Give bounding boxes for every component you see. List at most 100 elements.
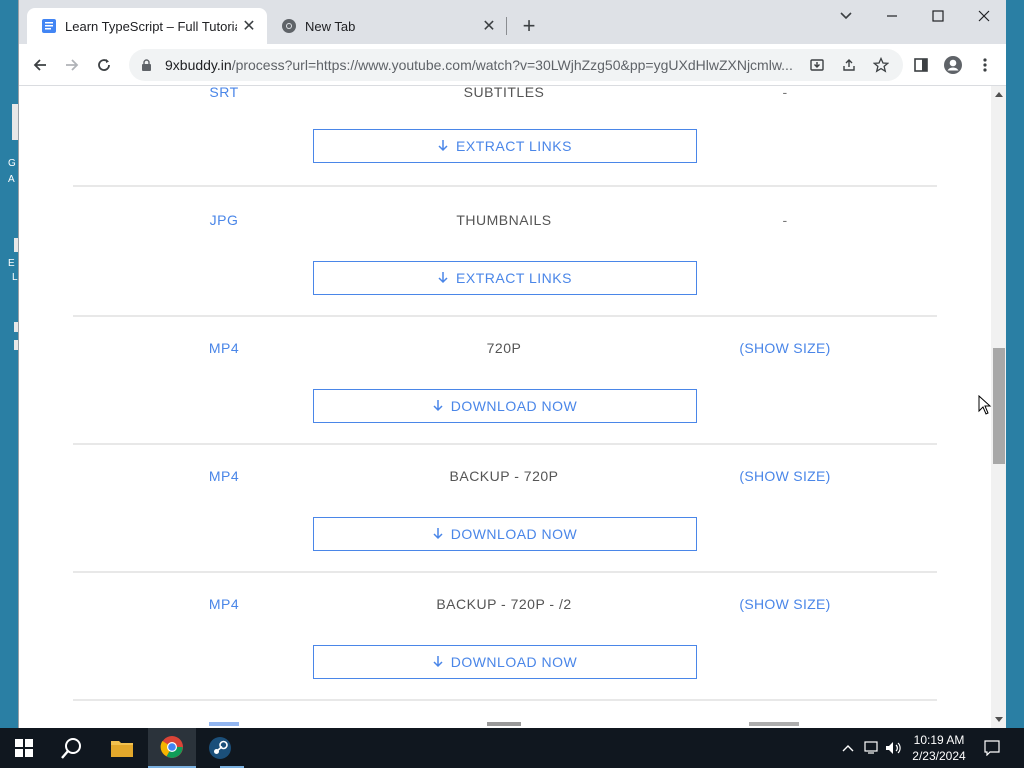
search-button[interactable] — [48, 728, 96, 768]
maximize-icon — [932, 10, 944, 22]
star-icon[interactable] — [871, 55, 891, 75]
kebab-menu-icon — [983, 58, 987, 72]
desktop-icon[interactable] — [0, 320, 18, 354]
row-divider — [73, 699, 937, 701]
file-explorer-button[interactable] — [98, 728, 146, 768]
notification-icon — [984, 740, 1000, 756]
steam-icon — [209, 737, 231, 759]
address-bar[interactable]: 9xbuddy.in/process?url=https://www.youtu… — [129, 49, 903, 81]
show-hidden-icons-button[interactable] — [838, 728, 858, 768]
format-label: JPG — [209, 212, 239, 228]
download-row: MP4 720P (SHOW SIZE) DOWNLOAD NOW — [73, 340, 937, 468]
url-text: 9xbuddy.in/process?url=https://www.youtu… — [165, 57, 805, 73]
system-clock[interactable]: 10:19 AM 2/23/2024 — [904, 732, 974, 764]
button-label: DOWNLOAD NOW — [450, 654, 578, 670]
clock-date: 2/23/2024 — [912, 749, 966, 763]
browser-window: Learn TypeScript – Full Tutorial ✕ New T… — [18, 0, 1007, 728]
button-label: DOWNLOAD NOW — [450, 398, 578, 414]
scrollbar-thumb[interactable] — [993, 348, 1005, 464]
download-now-button[interactable]: DOWNLOAD NOW — [313, 517, 697, 551]
size-label: - — [782, 212, 788, 228]
row-divider — [73, 315, 937, 317]
quality-label: SUBTITLES — [463, 86, 545, 100]
maximize-button[interactable] — [915, 0, 961, 32]
folder-icon — [111, 741, 133, 757]
row-divider — [73, 571, 937, 573]
page-scrollbar[interactable] — [991, 86, 1007, 728]
tab-search-button[interactable] — [823, 0, 869, 32]
clock-time: 10:19 AM — [913, 733, 965, 747]
desktop-icon[interactable] — [0, 104, 18, 144]
scroll-down-arrow-icon[interactable] — [991, 712, 1007, 728]
format-label: MP4 — [208, 468, 240, 484]
close-icon[interactable]: ✕ — [237, 14, 261, 38]
windows-logo-icon — [15, 739, 33, 757]
reload-icon — [98, 59, 110, 71]
download-now-button[interactable]: DOWNLOAD NOW — [313, 645, 697, 679]
tab-learn-typescript[interactable]: Learn TypeScript – Full Tutorial ✕ — [27, 8, 267, 44]
quality-label: 720P — [486, 340, 522, 356]
chrome-taskbar-button[interactable] — [148, 728, 196, 768]
menu-button[interactable] — [970, 50, 1000, 80]
desktop-background-right — [1006, 0, 1024, 728]
tab-separator — [506, 17, 507, 35]
tab-title: Learn TypeScript – Full Tutorial — [65, 18, 237, 34]
document-icon — [41, 18, 57, 34]
format-label: SRT — [209, 86, 239, 100]
size-label: - — [782, 86, 788, 100]
chevron-up-icon — [842, 745, 854, 752]
close-icon[interactable]: ✕ — [477, 14, 501, 38]
side-panel-button[interactable] — [906, 50, 936, 80]
desktop-icon-label: L — [12, 272, 18, 283]
notifications-button[interactable] — [980, 728, 1004, 768]
network-icon[interactable] — [862, 728, 882, 768]
install-icon[interactable] — [807, 55, 827, 75]
download-now-button[interactable]: DOWNLOAD NOW — [313, 389, 697, 423]
close-icon — [978, 10, 990, 22]
download-row: SRT SUBTITLES - EXTRACT LINKS — [73, 86, 937, 212]
steam-taskbar-button[interactable] — [196, 728, 244, 768]
download-arrow-icon — [433, 528, 443, 540]
scroll-up-arrow-icon[interactable] — [991, 86, 1007, 102]
minimize-button[interactable] — [869, 0, 915, 32]
download-row: MP4 BACKUP - 720P (SHOW SIZE) DOWNLOAD N… — [73, 468, 937, 596]
close-window-button[interactable] — [961, 0, 1007, 32]
forward-button[interactable] — [57, 50, 87, 80]
browser-toolbar: 9xbuddy.in/process?url=https://www.youtu… — [19, 44, 1007, 86]
start-button[interactable] — [0, 728, 48, 768]
url-host: 9xbuddy.in — [165, 57, 232, 73]
download-arrow-icon — [438, 140, 448, 152]
extract-links-button[interactable]: EXTRACT LINKS — [313, 261, 697, 295]
url-path: /process?url=https://www.youtube.com/wat… — [231, 57, 793, 73]
profile-button[interactable] — [938, 50, 968, 80]
side-panel-icon — [914, 58, 928, 72]
desktop-icon-label: A — [8, 174, 15, 185]
desktop-icon-label: E — [8, 258, 15, 269]
show-size-link[interactable]: (SHOW SIZE) — [715, 596, 855, 612]
row-divider — [73, 443, 937, 445]
download-arrow-icon — [438, 272, 448, 284]
show-size-link[interactable]: (SHOW SIZE) — [715, 340, 855, 356]
profile-avatar-icon — [944, 56, 962, 74]
download-arrow-icon — [433, 656, 443, 668]
share-icon[interactable] — [839, 55, 859, 75]
back-button[interactable] — [25, 50, 55, 80]
format-label: MP4 — [208, 596, 240, 612]
quality-label: THUMBNAILS — [456, 212, 552, 228]
extract-links-button[interactable]: EXTRACT LINKS — [313, 129, 697, 163]
reload-button[interactable] — [89, 50, 119, 80]
lock-icon[interactable] — [141, 58, 155, 72]
forward-arrow-icon — [66, 59, 79, 71]
quality-label: BACKUP - 720P — [449, 468, 559, 484]
mouse-cursor-icon — [978, 395, 992, 415]
show-size-link[interactable]: (SHOW SIZE) — [715, 468, 855, 484]
volume-icon[interactable] — [884, 728, 904, 768]
minimize-icon — [887, 15, 897, 17]
tab-new-tab[interactable]: New Tab ✕ — [267, 8, 507, 44]
desktop-icon[interactable] — [0, 238, 18, 252]
chrome-icon — [281, 18, 297, 34]
new-tab-button[interactable]: + — [515, 12, 543, 40]
desktop-background: G A E L — [0, 0, 18, 728]
desktop-icon-label: G — [8, 158, 16, 169]
quality-label: BACKUP - 720P - /2 — [436, 596, 572, 612]
